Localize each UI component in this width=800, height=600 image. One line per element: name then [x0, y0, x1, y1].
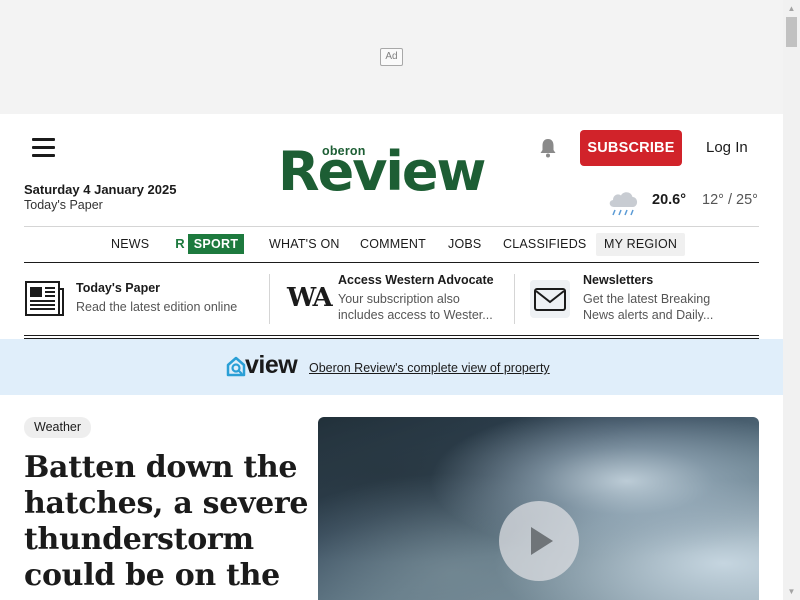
scroll-up-arrow-icon[interactable]: ▲	[783, 0, 800, 17]
logo-oberon-text: oberon	[322, 144, 366, 158]
promo-subtitle: News alerts and Daily...	[583, 308, 714, 322]
promo-title[interactable]: Access Western Advocate	[338, 273, 494, 287]
promo-title: Today's Paper	[76, 281, 161, 295]
view-logo-text: view	[245, 351, 298, 379]
divider	[24, 226, 759, 227]
scrollbar[interactable]: ▲ ▼	[783, 0, 800, 600]
article-category-tag[interactable]: Weather	[24, 417, 92, 438]
nav-item-news[interactable]: NEWS	[111, 232, 149, 256]
promo-subtitle: Read the latest edition online	[76, 300, 238, 314]
temperature-range: 12° / 25°	[702, 192, 758, 208]
divider	[514, 274, 515, 324]
play-icon[interactable]	[499, 501, 579, 581]
nav-item-classifieds[interactable]: CLASSIFIEDS	[503, 232, 586, 256]
nav-item-whats-on[interactable]: WHAT'S ON	[269, 232, 340, 256]
site-logo[interactable]: Review oberon	[278, 140, 508, 203]
promo-title: Newsletters	[583, 273, 654, 287]
promo-subtitle: Your subscription also	[338, 292, 460, 306]
login-link[interactable]: Log In	[706, 139, 748, 156]
article-headline[interactable]: Batten down the hatches, a severe thunde…	[24, 450, 309, 594]
divider	[24, 335, 759, 336]
promo-subtitle: Get the latest Breaking	[583, 292, 711, 306]
wa-logo: WA	[287, 283, 333, 313]
promo-todays-paper[interactable]: Today's Paper Read the latest edition on…	[24, 272, 254, 328]
menu-icon[interactable]	[32, 138, 56, 157]
rain-cloud-icon	[609, 192, 638, 216]
main-nav: NEWS R SPORT WHAT'S ON COMMENT JOBS CLAS…	[24, 232, 759, 258]
nav-item-my-region[interactable]: MY REGION	[596, 233, 686, 256]
nav-item-jobs[interactable]: JOBS	[448, 232, 481, 256]
nav-item-comment[interactable]: COMMENT	[360, 232, 426, 256]
nav-item-sport-label: SPORT	[188, 234, 244, 254]
ad-banner: Ad	[0, 0, 783, 114]
newspaper-icon	[25, 281, 64, 316]
promo-subtitle: includes access to Wester...	[338, 308, 493, 322]
current-temperature: 20.6°	[652, 192, 687, 208]
view-house-icon	[226, 356, 246, 377]
view-property-link[interactable]: Oberon Review's complete view of propert…	[309, 361, 550, 375]
sport-r-icon: R	[175, 236, 185, 251]
nav-item-sport[interactable]: R SPORT	[170, 234, 246, 254]
promo-newsletters[interactable]: Newsletters Get the latest Breaking News…	[530, 272, 759, 328]
divider	[269, 274, 270, 324]
todays-paper-link[interactable]: Today's Paper	[24, 198, 103, 212]
scroll-down-arrow-icon[interactable]: ▼	[783, 583, 800, 600]
bell-icon[interactable]	[538, 137, 558, 159]
subscribe-button[interactable]: SUBSCRIBE	[580, 130, 682, 166]
divider	[24, 262, 759, 263]
envelope-icon	[530, 280, 570, 318]
current-date: Saturday 4 January 2025	[24, 182, 177, 197]
scrollbar-thumb[interactable]	[786, 17, 797, 47]
ad-label: Ad	[380, 48, 403, 66]
logo-review-text: Review	[278, 140, 486, 203]
article-video[interactable]	[318, 417, 759, 600]
